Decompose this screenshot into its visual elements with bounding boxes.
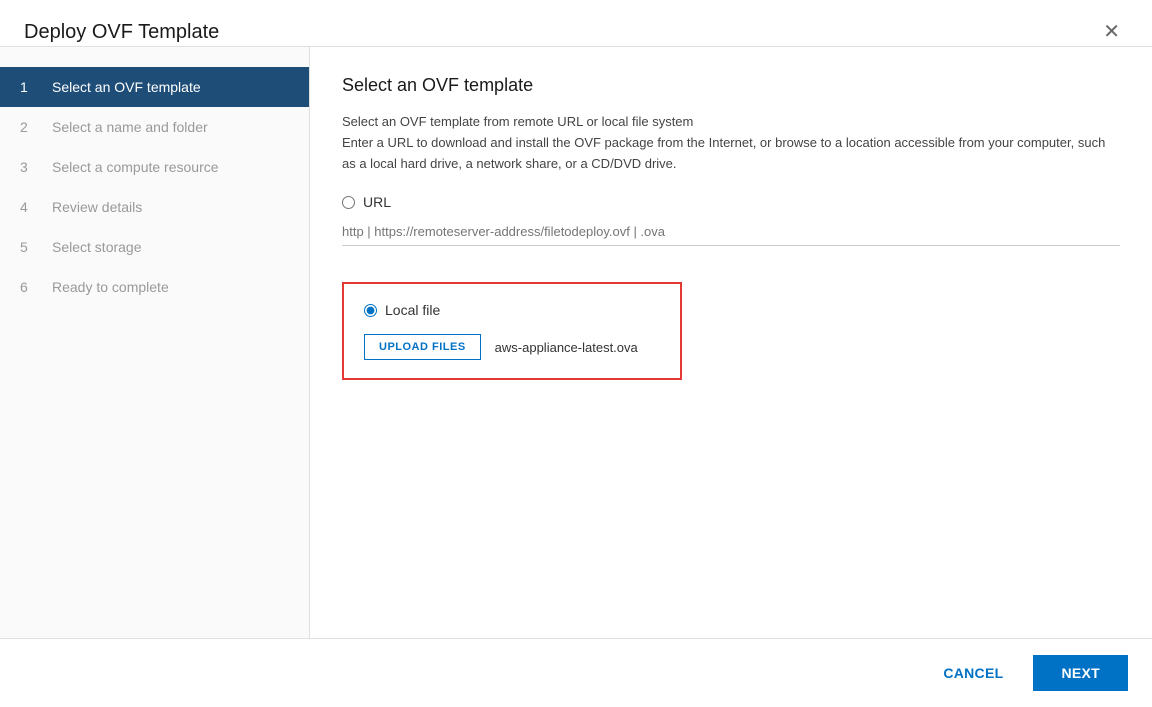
- step-3-number: 3: [20, 159, 42, 175]
- sidebar: 1 Select an OVF template 2 Select a name…: [0, 47, 310, 638]
- url-radio-group: URL: [342, 194, 1120, 266]
- upload-files-button[interactable]: UPLOAD FILES: [364, 334, 481, 360]
- url-radio-label: URL: [363, 194, 391, 210]
- deploy-ovf-dialog: Deploy OVF Template ✕ 1 Select an OVF te…: [0, 0, 1152, 707]
- sidebar-item-1[interactable]: 1 Select an OVF template: [0, 67, 309, 107]
- main-content: Select an OVF template Select an OVF tem…: [310, 47, 1152, 638]
- step-2-label: Select a name and folder: [52, 119, 208, 135]
- close-icon: ✕: [1103, 21, 1120, 43]
- step-3-label: Select a compute resource: [52, 159, 219, 175]
- cancel-button[interactable]: CANCEL: [925, 655, 1021, 691]
- dialog-footer: CANCEL NEXT: [0, 638, 1152, 707]
- description-line1: Select an OVF template from remote URL o…: [342, 112, 1120, 133]
- sidebar-item-5[interactable]: 5 Select storage: [0, 227, 309, 267]
- sidebar-item-2[interactable]: 2 Select a name and folder: [0, 107, 309, 147]
- sidebar-item-3[interactable]: 3 Select a compute resource: [0, 147, 309, 187]
- url-input[interactable]: [342, 218, 1120, 246]
- file-name: aws-appliance-latest.ova: [495, 340, 638, 355]
- sidebar-item-6[interactable]: 6 Ready to complete: [0, 267, 309, 307]
- dialog-body: 1 Select an OVF template 2 Select a name…: [0, 47, 1152, 638]
- step-6-label: Ready to complete: [52, 279, 169, 295]
- step-4-label: Review details: [52, 199, 142, 215]
- sidebar-item-4[interactable]: 4 Review details: [0, 187, 309, 227]
- local-file-header: Local file: [364, 302, 660, 318]
- step-6-number: 6: [20, 279, 42, 295]
- url-option[interactable]: URL: [342, 194, 1120, 210]
- step-4-number: 4: [20, 199, 42, 215]
- local-file-radio[interactable]: [364, 304, 377, 317]
- local-file-label: Local file: [385, 302, 440, 318]
- step-2-number: 2: [20, 119, 42, 135]
- local-file-box: Local file UPLOAD FILES aws-appliance-la…: [342, 282, 682, 380]
- description-line2: Enter a URL to download and install the …: [342, 133, 1120, 175]
- description: Select an OVF template from remote URL o…: [342, 112, 1120, 174]
- step-1-label: Select an OVF template: [52, 79, 201, 95]
- upload-row: UPLOAD FILES aws-appliance-latest.ova: [364, 334, 660, 360]
- content-title: Select an OVF template: [342, 75, 1120, 96]
- step-5-number: 5: [20, 239, 42, 255]
- url-radio[interactable]: [342, 196, 355, 209]
- step-1-number: 1: [20, 79, 42, 95]
- dialog-header: Deploy OVF Template ✕: [0, 0, 1152, 47]
- close-button[interactable]: ✕: [1095, 18, 1128, 46]
- step-5-label: Select storage: [52, 239, 142, 255]
- dialog-title: Deploy OVF Template: [24, 21, 1095, 44]
- next-button[interactable]: NEXT: [1033, 655, 1128, 691]
